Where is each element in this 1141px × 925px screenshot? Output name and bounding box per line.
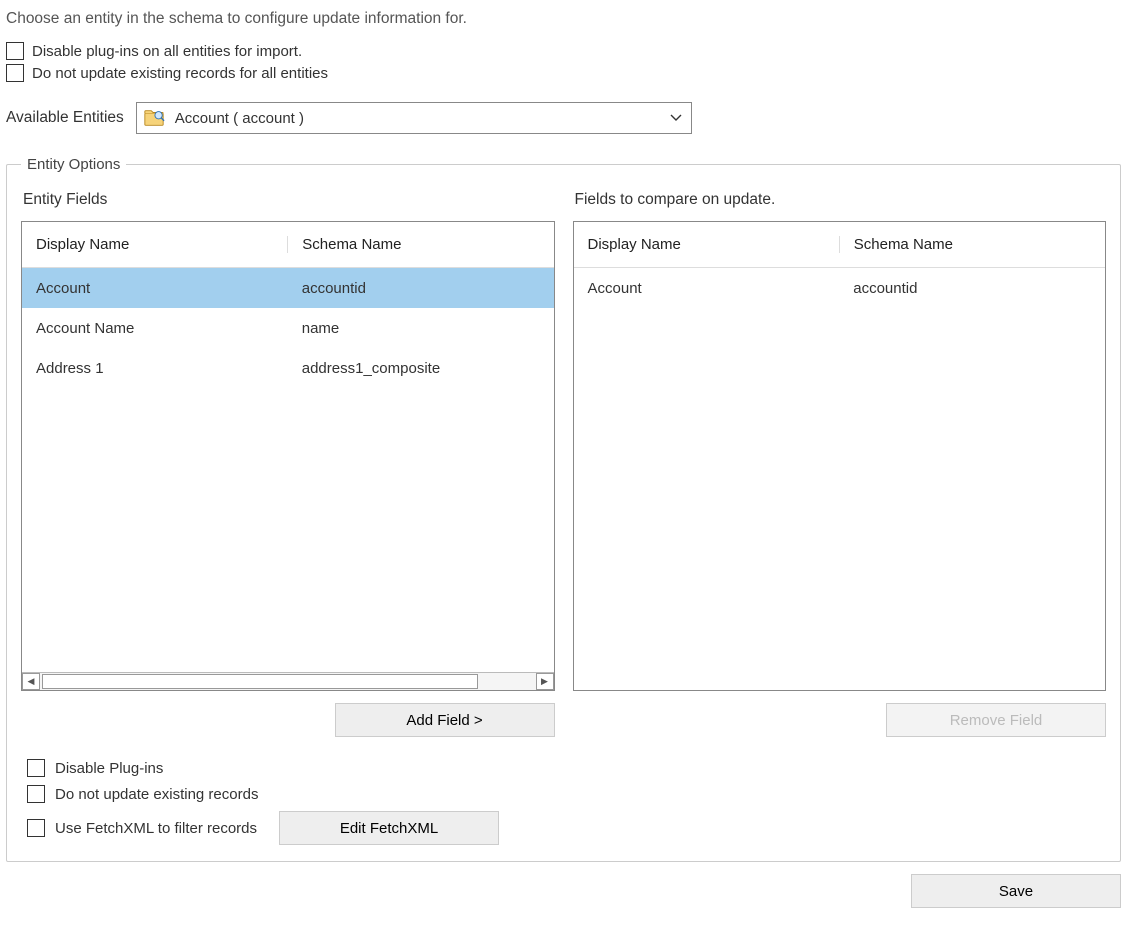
cell-schema-name: accountid [839, 280, 1105, 297]
use-fetchxml-label[interactable]: Use FetchXML to filter records [55, 820, 257, 837]
cell-display-name: Account [574, 280, 840, 297]
compare-fields-list[interactable]: Display Name Schema Name Accountaccounti… [573, 221, 1107, 691]
edit-fetchxml-button[interactable]: Edit FetchXML [279, 811, 499, 845]
disable-plugins-all-checkbox[interactable] [6, 42, 24, 60]
entity-options-legend: Entity Options [21, 156, 126, 173]
entity-fields-header: Display Name Schema Name [22, 222, 554, 268]
table-row[interactable]: Accountaccountid [22, 268, 554, 308]
col-schema-name[interactable]: Schema Name [287, 236, 553, 253]
scroll-left-icon[interactable]: ◀ [22, 673, 40, 690]
col-display-name[interactable]: Display Name [22, 236, 287, 253]
add-field-button[interactable]: Add Field > [335, 703, 555, 737]
folder-entity-icon [143, 107, 165, 129]
scroll-right-icon[interactable]: ▶ [536, 673, 554, 690]
col-schema-name-r[interactable]: Schema Name [839, 236, 1105, 253]
table-row[interactable]: Accountaccountid [574, 268, 1106, 308]
scroll-track[interactable] [40, 673, 536, 690]
col-display-name-r[interactable]: Display Name [574, 236, 839, 253]
cell-schema-name: accountid [288, 280, 554, 297]
compare-fields-header: Display Name Schema Name [574, 222, 1106, 268]
chevron-down-icon [661, 111, 691, 125]
instruction-text: Choose an entity in the schema to config… [6, 10, 1131, 28]
no-update-all-label[interactable]: Do not update existing records for all e… [32, 65, 328, 82]
cell-display-name: Address 1 [22, 360, 288, 377]
entity-fields-hscroll[interactable]: ◀ ▶ [22, 672, 554, 690]
compare-fields-title: Fields to compare on update. [575, 191, 1107, 209]
disable-plugins-all-label[interactable]: Disable plug-ins on all entities for imp… [32, 43, 302, 60]
table-row[interactable]: Account Namename [22, 308, 554, 348]
cell-display-name: Account [22, 280, 288, 297]
disable-plugins-checkbox[interactable] [27, 759, 45, 777]
available-entities-selected: Account ( account ) [173, 110, 661, 127]
no-update-all-checkbox[interactable] [6, 64, 24, 82]
available-entities-dropdown[interactable]: Account ( account ) [136, 102, 692, 134]
entity-fields-list[interactable]: Display Name Schema Name Accountaccounti… [21, 221, 555, 691]
table-row[interactable]: Address 1address1_composite [22, 348, 554, 388]
no-update-checkbox[interactable] [27, 785, 45, 803]
scroll-thumb[interactable] [42, 674, 478, 689]
entity-options-group: Entity Options Entity Fields Display Nam… [6, 156, 1121, 862]
cell-display-name: Account Name [22, 320, 288, 337]
save-button[interactable]: Save [911, 874, 1121, 908]
cell-schema-name: address1_composite [288, 360, 554, 377]
entity-fields-title: Entity Fields [23, 191, 555, 209]
available-entities-label: Available Entities [6, 109, 124, 127]
cell-schema-name: name [288, 320, 554, 337]
use-fetchxml-checkbox[interactable] [27, 819, 45, 837]
remove-field-button[interactable]: Remove Field [886, 703, 1106, 737]
no-update-label[interactable]: Do not update existing records [55, 786, 258, 803]
disable-plugins-label[interactable]: Disable Plug-ins [55, 760, 163, 777]
